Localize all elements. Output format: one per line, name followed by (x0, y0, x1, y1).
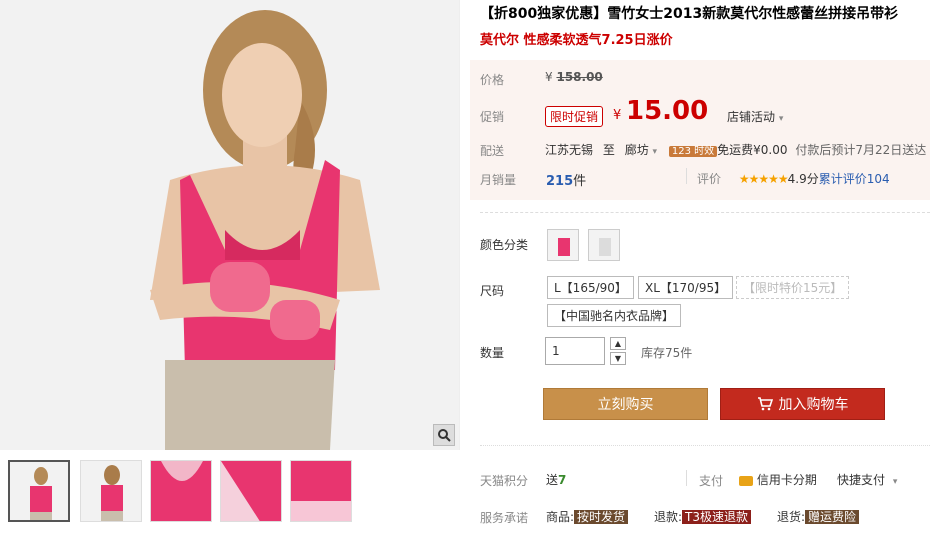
divider (686, 470, 687, 486)
rating-row: 评价 ★★★★★4.9分累计评价104 (697, 170, 890, 187)
service-label: 服务承诺 (480, 511, 529, 525)
delivery-eta: 付款后预计7月22日送达 (795, 143, 927, 157)
promo-tag: 限时促销 (545, 106, 604, 127)
review-link[interactable]: 累计评价104 (819, 172, 890, 186)
service-prefix: 退款: (654, 510, 683, 524)
monthly-sales-label: 月销量 (480, 173, 517, 187)
color-label: 颜色分类 (480, 238, 529, 252)
thumbnail-2[interactable] (80, 460, 142, 522)
rating-score: 4.9分 (787, 172, 819, 186)
service-item: 商品: 按时发货 (546, 508, 629, 525)
sold-count: 215 (546, 174, 574, 189)
points-label: 天猫积分 (480, 474, 529, 488)
service-tag: 赠运费险 (805, 510, 860, 524)
points-info: 送7 (546, 471, 566, 488)
credit-installment-label: 信用卡分期 (756, 473, 817, 487)
points-value: 7 (558, 473, 567, 487)
chevron-down-icon: ▾ (892, 477, 898, 487)
size-label: 尺码 (480, 284, 505, 298)
buy-now-button[interactable]: 立刻购买 (543, 388, 708, 420)
thumbnail-3[interactable] (150, 460, 212, 522)
zoom-icon[interactable] (433, 424, 455, 446)
section-divider (480, 212, 930, 213)
main-product-image[interactable] (0, 0, 460, 450)
service-tag: 按时发货 (574, 510, 629, 524)
add-to-cart-label: 加入购物车 (778, 397, 849, 413)
promo-label: 促销 (480, 110, 505, 124)
price-label: 价格 (480, 73, 505, 87)
chevron-down-icon: ▾ (778, 114, 784, 124)
service-item: 退款: T3极速退款 (654, 508, 752, 525)
original-price-value: 158.00 (556, 70, 603, 84)
stock-count: 库存75件 (641, 346, 693, 360)
original-price: ¥ 158.00 (545, 70, 603, 84)
ship-to-city: 廊坊 (624, 143, 649, 157)
size-option-special[interactable]: 【限时特价15元】 (736, 276, 850, 299)
service-prefix: 退货: (777, 510, 806, 524)
star-rating-icon: ★★★★★ (738, 172, 789, 186)
monthly-sales: 215件 (546, 170, 586, 189)
size-option-xl[interactable]: XL【170/95】 (638, 276, 734, 299)
service-prefix: 商品: (546, 510, 575, 524)
credit-installment-link[interactable]: 信用卡分期 (739, 471, 817, 488)
thumbnail-5[interactable] (290, 460, 352, 522)
delivery-speed-chip: 123 时效 (668, 146, 718, 157)
payment-label: 支付 (699, 474, 724, 488)
service-item: 退货: 赠运费险 (777, 508, 860, 525)
credit-card-icon (739, 475, 753, 486)
color-swatch-white[interactable] (588, 229, 620, 261)
size-option-l[interactable]: L【165/90】 (547, 276, 634, 299)
thumbnail-4[interactable] (220, 460, 282, 522)
thumbnail-1[interactable] (8, 460, 70, 522)
shipping-fee: 免运费¥0.00 (717, 143, 788, 157)
shop-activity-dropdown[interactable]: 店铺活动 ▾ (727, 108, 783, 125)
sold-unit: 件 (573, 174, 587, 189)
divider (686, 168, 687, 184)
size-option-brand[interactable]: 【中国驰名内衣品牌】 (547, 304, 682, 327)
quick-pay-dropdown[interactable]: 快捷支付 ▾ (837, 471, 897, 488)
ship-to-dropdown[interactable]: 廊坊 ▾ (625, 143, 657, 157)
section-divider-2 (480, 445, 930, 446)
chevron-down-icon: ▾ (652, 147, 658, 157)
quantity-label: 数量 (480, 346, 505, 360)
add-to-cart-button[interactable]: 加入购物车 (720, 388, 885, 420)
shop-activity-label: 店铺活动 (727, 110, 776, 124)
ship-to-word: 至 (602, 143, 615, 157)
quick-pay-label: 快捷支付 (837, 473, 886, 487)
product-title: 【折800独家优惠】雪竹女士2013新款莫代尔性感蕾丝拼接吊带衫 (480, 6, 899, 22)
quantity-input[interactable]: 1 (545, 337, 605, 365)
points-text: 送 (546, 473, 559, 487)
currency-symbol: ¥ (545, 70, 553, 84)
rating-label: 评价 (697, 172, 722, 186)
promo-price: 15.00 (626, 96, 709, 126)
delivery-label: 配送 (480, 144, 505, 158)
cart-icon (757, 397, 773, 411)
product-subtitle: 莫代尔 性感柔软透气7.25日涨价 (480, 33, 673, 48)
shipping-info: 江苏无锡 至 廊坊 ▾ 123 时效 免运费¥0.00 付款后预计7月22日送达 (545, 141, 926, 158)
service-tag: T3极速退款 (682, 510, 752, 524)
promo-currency: ¥ (613, 108, 622, 123)
ship-from: 江苏无锡 (545, 143, 594, 157)
color-swatch-pink[interactable] (547, 229, 579, 261)
quantity-increase-button[interactable]: ▲ (610, 337, 626, 350)
buy-now-label: 立刻购买 (597, 397, 654, 413)
quantity-decrease-button[interactable]: ▼ (610, 352, 626, 365)
